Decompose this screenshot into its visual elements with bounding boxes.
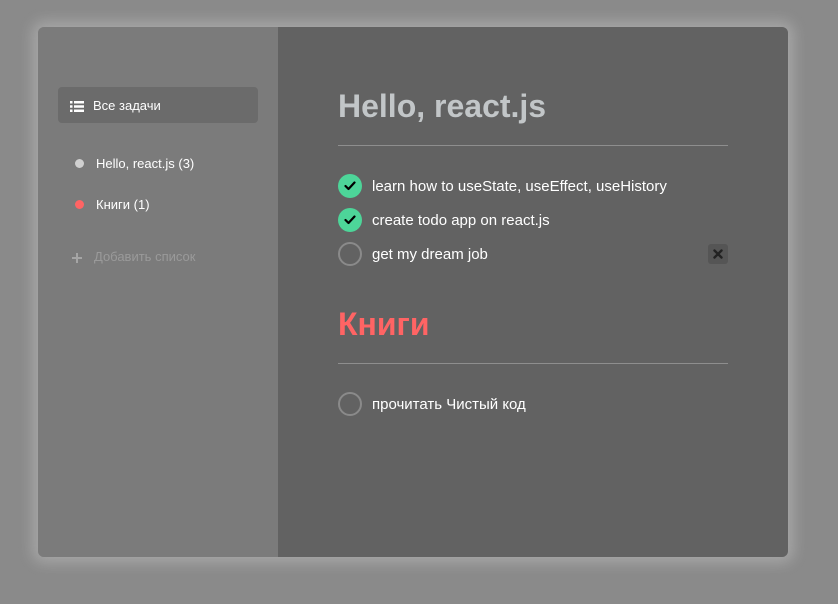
list-icon	[70, 100, 84, 112]
sidebar-item-hello-react[interactable]: Hello, react.js (3)	[58, 143, 258, 184]
lists-nav: Hello, react.js (3) Книги (1)	[58, 143, 258, 225]
sidebar: Все задачи Hello, react.js (3) Книги (1)…	[38, 27, 278, 557]
list-color-dot	[75, 159, 84, 168]
todo-app-window: Все задачи Hello, react.js (3) Книги (1)…	[38, 27, 788, 557]
task-checkbox[interactable]	[338, 174, 362, 198]
task-checkbox[interactable]	[338, 242, 362, 266]
section-title: Hello, react.js	[338, 87, 728, 146]
task-text: прочитать Чистый код	[372, 395, 526, 413]
task-list: learn how to useState, useEffect, useHis…	[338, 146, 728, 271]
main-content: Hello, react.js learn how to useState, u…	[278, 27, 788, 557]
task-text: create todo app on react.js	[372, 211, 550, 229]
sidebar-item-label: Hello, react.js (3)	[96, 156, 195, 171]
close-icon	[713, 249, 723, 259]
task-text: learn how to useState, useEffect, useHis…	[372, 177, 667, 195]
task-text: get my dream job	[372, 245, 488, 263]
task-section: Hello, react.js learn how to useState, u…	[338, 87, 728, 271]
sidebar-item-books[interactable]: Книги (1)	[58, 184, 258, 225]
task-checkbox[interactable]	[338, 392, 362, 416]
task-list: прочитать Чистый код	[338, 364, 728, 421]
task-checkbox[interactable]	[338, 208, 362, 232]
remove-task-button[interactable]	[708, 244, 728, 264]
task-item: create todo app on react.js	[338, 203, 728, 237]
check-icon	[344, 215, 356, 225]
all-tasks-label: Все задачи	[93, 97, 161, 113]
list-color-dot	[75, 200, 84, 209]
section-title: Книги	[338, 305, 728, 364]
check-icon	[344, 181, 356, 191]
add-list-label: Добавить список	[94, 248, 196, 264]
task-item: прочитать Чистый код	[338, 387, 728, 421]
add-list-button[interactable]: Добавить список	[58, 241, 258, 271]
plus-icon	[72, 251, 82, 263]
task-item: learn how to useState, useEffect, useHis…	[338, 169, 728, 203]
sidebar-item-label: Книги (1)	[96, 197, 150, 212]
task-item: get my dream job	[338, 237, 728, 271]
task-section: Книги прочитать Чистый код	[338, 305, 728, 421]
all-tasks-button[interactable]: Все задачи	[58, 87, 258, 123]
